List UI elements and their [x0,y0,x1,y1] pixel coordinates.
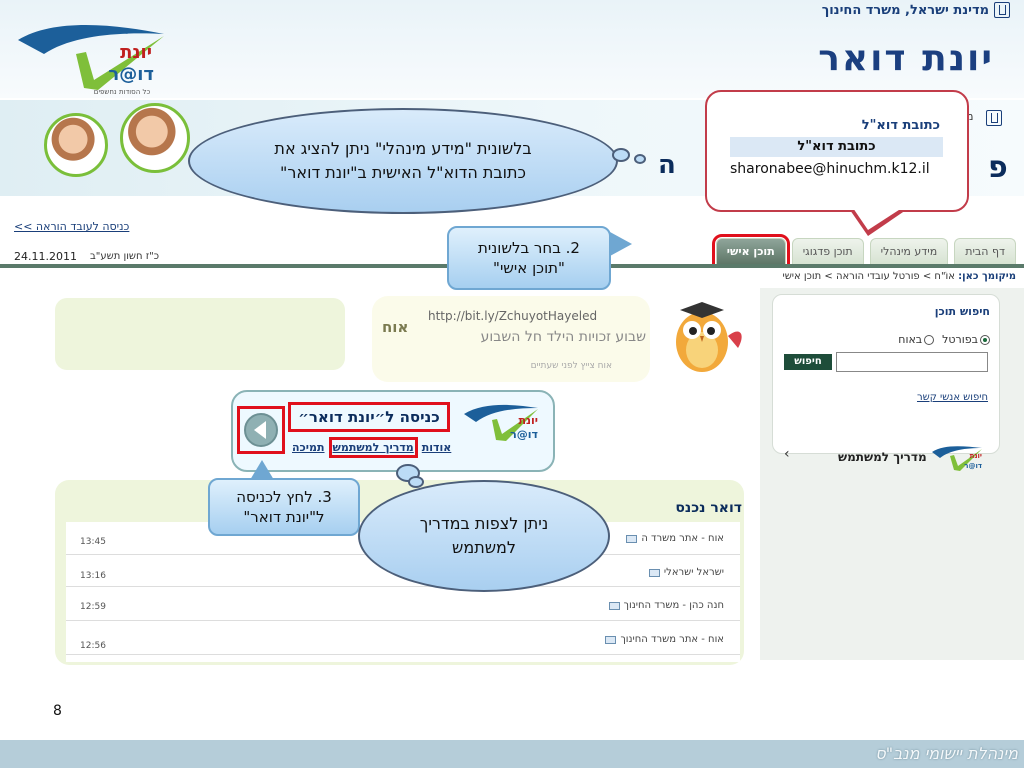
user-guide-link[interactable]: מדריך למשתמש [838,450,927,464]
search-scope: בפורטל באוח [898,333,990,346]
logo-text-top: יונת [120,42,152,63]
gregorian-date: 24.11.2011 [14,250,77,263]
mail-sender: חנה כהן - משרד החינוך [608,600,724,611]
mail-time: 13:45 [80,537,106,547]
mail-time: 12:59 [80,602,106,612]
envelope-icon [605,635,617,644]
email-address-value: sharonabee@hinuchm.k12.il [730,161,930,177]
mail-sender: ישראל ישראלי [648,567,724,578]
thought-bubble [612,148,630,162]
step-3-callout-tip [250,460,274,480]
step-2-callout: 2. בחר בלשונית "תוכן אישי" [447,226,611,290]
breadcrumb-prefix: מיקומך כאן: [958,271,1016,282]
thought-bubble [634,154,646,164]
address-callout-tip-inner [853,208,902,230]
tab-pedagogic[interactable]: תוכן פדגוגי [791,238,864,264]
banner-title-fragment: ה [658,150,676,180]
support-link[interactable]: תמיכה [292,441,325,454]
tweet-link[interactable]: http://bit.ly/ZchuyotHayeled [428,309,597,323]
radio-portal[interactable] [980,335,990,345]
banner-portal-fragment: פ [988,150,1008,185]
search-button[interactable]: חיפוש [784,354,832,370]
about-link[interactable]: אודות [422,441,452,454]
search-title: חיפוש תוכן [934,305,990,318]
entry-links: אודות מדריך למשתמש תמיכה [292,437,452,458]
logo-caption: כל הסודות נחשפים [94,88,151,96]
tweet-time: אוח צייץ לפני שעתיים [530,361,612,371]
page-number: 8 [53,703,62,719]
search-panel [772,294,1000,454]
mail-sender: אוח - אתר משרד ה [626,533,724,544]
breadcrumb-path[interactable]: אוֹ"ח > פורטל עובדי הוראה > תוכן אישי [782,271,954,282]
oth-logo: אוח [382,318,409,336]
envelope-icon [648,568,660,577]
owl-mascot-icon [676,302,742,372]
user-guide-callout: ניתן לצפות במדריך למשתמש [358,480,610,592]
envelope-icon [608,601,620,610]
tab-admin-info[interactable]: מידע מינהלי [869,238,949,264]
teacher-login-link[interactable]: כניסה לעובד הוראה >> [14,220,129,233]
admin-info-callout: בלשונית "מידע מינהלי" ניתן להציג את כתוב… [188,108,618,214]
yonat-doar-logo: יונת דו@ר כל הסודות נחשפים [18,25,164,96]
inbox-title: דואר נכנס [675,500,742,516]
search-input[interactable] [836,352,988,372]
email-address-header: כתובת דוא"ל [861,118,940,133]
state-emblem-icon [986,110,1002,126]
envelope-icon [626,534,638,543]
logo-text-bottom: דו@ר [108,64,154,85]
footer-text: מינהלת יישומי מנב"ס [875,744,1018,763]
teacher-photo-left [44,113,108,177]
play-arrow-icon[interactable] [254,421,266,439]
step-2-callout-tip [610,232,632,256]
mail-time: 13:16 [80,571,106,581]
mail-time: 12:56 [80,641,106,651]
hebrew-date: כ"ז חשון תשע"ב [90,251,160,262]
green-panel [55,298,345,370]
teacher-photo-right [120,103,190,173]
email-address-label: כתובת דוא"ל [730,137,943,157]
guide-logo: יונת דו@ר [932,446,982,471]
svg-text:דו@ר: דו@ר [510,428,538,441]
footer-bar [0,740,1024,768]
tweet-text: שבוע זכויות הילד חל השבוע [480,329,646,345]
radio-web[interactable] [924,335,935,345]
tab-home[interactable]: דף הבית [954,238,1016,264]
state-emblem-icon [994,2,1010,18]
svg-text:דו@ר: דו@ר [964,462,982,470]
contacts-search-link[interactable]: חיפוש אנשי קשר [917,392,988,403]
radio-portal-option[interactable]: בפורטל [942,333,990,346]
main-tabs: דף הבית מידע מינהלי תוכן פדגוגי תוכן איש… [711,234,1016,268]
radio-web-option[interactable]: באוח [898,333,935,346]
entry-logo: יונת דו@ר [464,404,538,441]
svg-text:יונת: יונת [970,452,982,460]
breadcrumb: מיקומך כאן: אוֹ"ח > פורטל עובדי הוראה > … [782,271,1016,282]
step-3-callout: 3. לחץ לכניסה ל"יונת דואר" [208,478,360,536]
mail-sender: אוח - אתר משרד החינוך [605,634,724,645]
user-guide-entry-link[interactable]: מדריך למשתמש [328,437,418,458]
svg-text:יונת: יונת [518,414,538,427]
doar-entry-title[interactable]: כניסה ל״יונת דואר״ [288,402,450,432]
page-title: יונת דואר [818,38,994,79]
chevron-left-icon[interactable]: ‹ [784,446,790,462]
tab-personal[interactable]: תוכן אישי [711,234,790,268]
ministry-label: מדינת ישראל, משרד החינוך [822,2,1010,18]
